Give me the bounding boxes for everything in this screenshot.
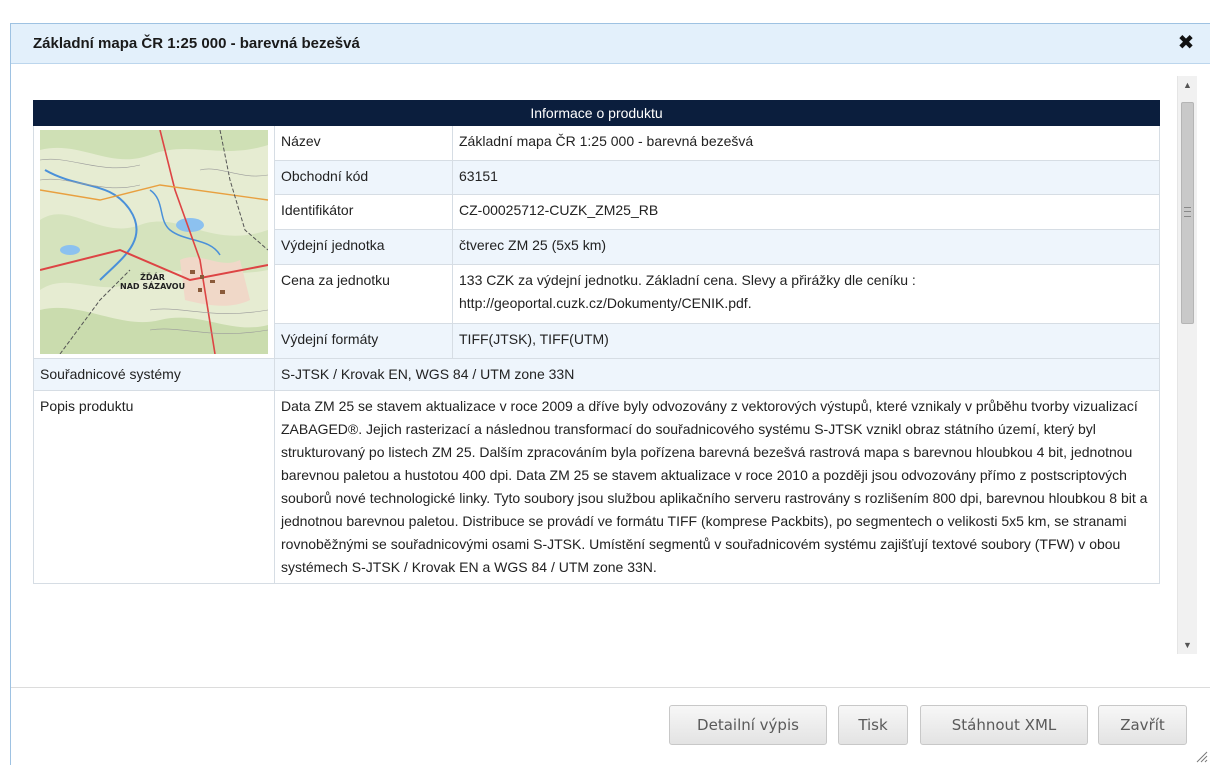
value-nazev: Základní mapa ČR 1:25 000 - barevná beze… [452, 125, 1160, 161]
scrollbar-thumb[interactable] [1181, 102, 1194, 324]
close-icon[interactable]: ✖ [1175, 31, 1197, 55]
label-nazev: Název [274, 125, 453, 161]
dialog-titlebar[interactable]: Základní mapa ČR 1:25 000 - barevná beze… [11, 24, 1210, 64]
map-preview-image: ŽĎÁR NAD SÁZAVOU [40, 130, 268, 354]
value-identifikator: CZ-00025712-CUZK_ZM25_RB [452, 194, 1160, 231]
label-obchodni-kod: Obchodní kód [274, 159, 453, 196]
dialog-content: Informace o produktu ŽĎÁR NAD SÁZAVOU Ná… [11, 76, 1179, 654]
table-header: Informace o produktu [33, 100, 1160, 126]
scroll-up-icon[interactable]: ▲ [1178, 76, 1197, 94]
map-preview-svg [40, 130, 268, 354]
value-vydejni-formaty: TIFF(JTSK), TIFF(UTM) [452, 323, 1160, 359]
label-vydejni-formaty: Výdejní formáty [274, 323, 453, 359]
product-dialog: Základní mapa ČR 1:25 000 - barevná beze… [10, 23, 1210, 765]
label-identifikator: Identifikátor [274, 194, 453, 231]
label-souradnicove-systemy: Souřadnicové systémy [33, 358, 275, 391]
label-cena: Cena za jednotku [274, 263, 453, 325]
value-souradnicove-systemy: S-JTSK / Krovak EN, WGS 84 / UTM zone 33… [274, 358, 1160, 391]
content-scrollbar[interactable]: ▲ ▼ [1177, 76, 1197, 654]
value-obchodni-kod: 63151 [452, 159, 1160, 196]
product-thumbnail: ŽĎÁR NAD SÁZAVOU [33, 125, 275, 359]
resize-grip-icon[interactable] [1194, 749, 1208, 763]
map-label-line1: ŽĎÁR [140, 273, 165, 282]
footer-divider [11, 687, 1210, 688]
close-button[interactable]: Zavřít [1098, 705, 1187, 745]
download-xml-button[interactable]: Stáhnout XML [920, 705, 1088, 745]
product-info-table: Informace o produktu ŽĎÁR NAD SÁZAVOU Ná… [33, 100, 1160, 584]
map-label-line2: NAD SÁZAVOU [120, 282, 186, 291]
scroll-down-icon[interactable]: ▼ [1178, 636, 1197, 654]
dialog-title: Základní mapa ČR 1:25 000 - barevná beze… [33, 35, 360, 52]
grip-icon [1184, 207, 1191, 217]
detail-button[interactable]: Detailní výpis [669, 705, 827, 745]
label-popis: Popis produktu [33, 390, 275, 584]
value-popis: Data ZM 25 se stavem aktualizace v roce … [274, 390, 1160, 584]
value-cena: 133 CZK za výdejní jednotku. Základní ce… [452, 263, 1160, 325]
value-vydejni-jednotka: čtverec ZM 25 (5x5 km) [452, 229, 1160, 265]
map-town-label: ŽĎÁR NAD SÁZAVOU [120, 273, 185, 291]
label-vydejni-jednotka: Výdejní jednotka [274, 229, 453, 265]
print-button[interactable]: Tisk [838, 705, 908, 745]
